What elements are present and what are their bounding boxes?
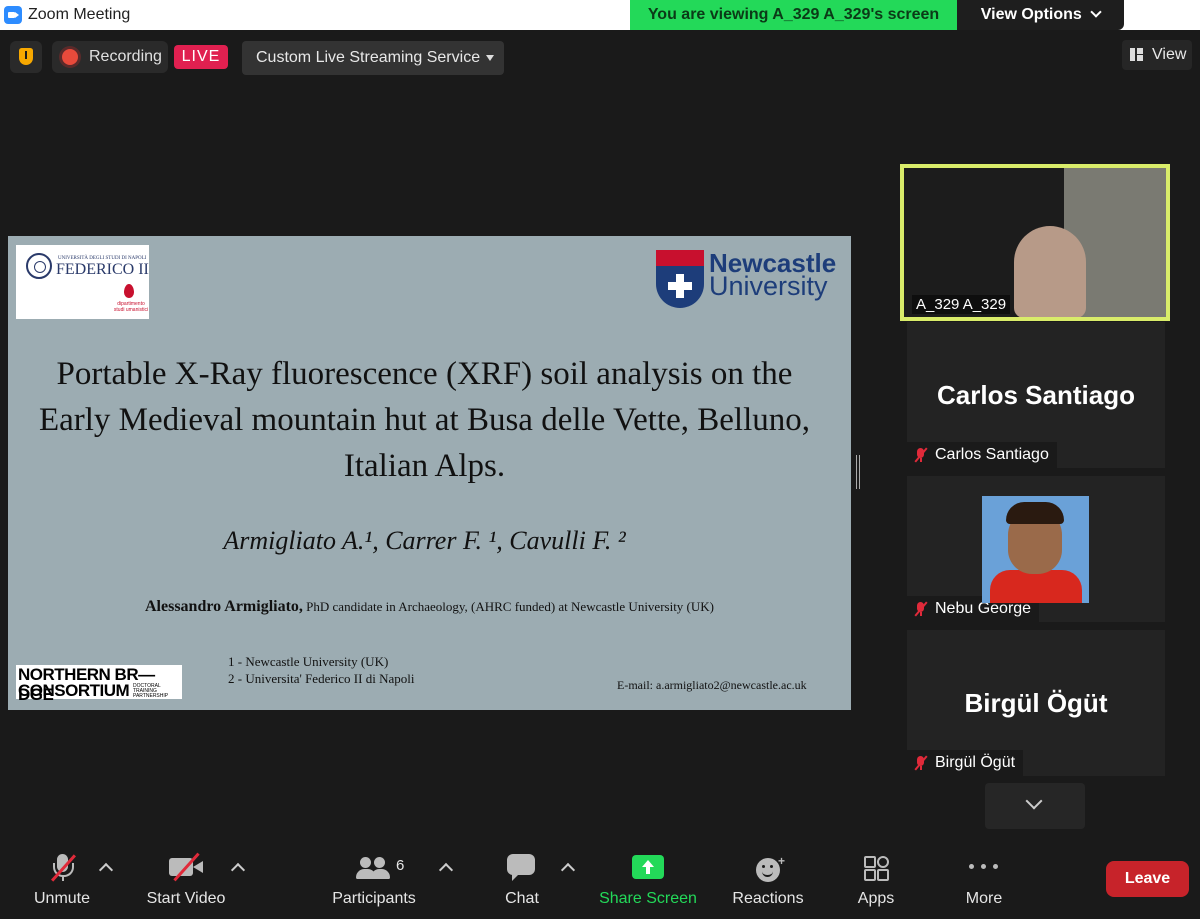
reactions-button[interactable]: + Reactions	[730, 845, 806, 919]
more-label: More	[965, 890, 1003, 907]
panel-resize-handle[interactable]	[856, 455, 860, 489]
participants-icon	[356, 855, 390, 881]
meeting-toolbar: Unmute Start Video 6 Participants Chat S…	[0, 845, 1200, 919]
window-title: Zoom Meeting	[28, 6, 131, 23]
nbc-line2: CONSORTIUM	[18, 681, 130, 700]
participants-count: 6	[396, 857, 405, 874]
zoom-app-icon	[4, 6, 22, 24]
security-button[interactable]	[10, 41, 42, 73]
department-drop-icon	[124, 284, 134, 298]
participant-name-display: Birgül Ögüt	[964, 688, 1108, 718]
nbc-line3: DOCTORAL TRAINING PARTNERSHIP	[133, 683, 169, 699]
more-dots-icon	[969, 864, 999, 870]
slide-presenter: Alessandro Armigliato, PhD candidate in …	[8, 598, 851, 616]
record-dot-icon	[62, 49, 78, 65]
mic-muted-icon	[913, 601, 929, 617]
recording-label: Recording	[89, 48, 162, 65]
participant-avatar-photo	[982, 496, 1089, 603]
federico-name: FEDERICO II	[56, 261, 149, 278]
recording-indicator[interactable]: Recording	[52, 41, 168, 73]
share-screen-label: Share Screen	[599, 890, 697, 907]
mic-muted-icon	[51, 854, 76, 882]
start-video-button[interactable]: Start Video	[140, 845, 232, 919]
shared-screen-slide: UNIVERSITÀ DEGLI STUDI DI NAPOLI FEDERIC…	[8, 236, 851, 710]
more-button[interactable]: More	[956, 845, 1012, 919]
participant-name-display: Carlos Santiago	[937, 380, 1135, 410]
share-screen-button[interactable]: Share Screen	[598, 845, 698, 919]
university-seal-icon	[26, 253, 52, 279]
view-options-button[interactable]: View Options	[957, 0, 1124, 30]
video-options-caret[interactable]	[230, 862, 246, 878]
caret-down-icon	[486, 55, 494, 61]
reactions-icon: +	[756, 854, 785, 882]
unmute-button[interactable]: Unmute	[24, 845, 100, 919]
streaming-service-label: Custom Live Streaming Service	[256, 49, 481, 66]
chevron-down-icon	[1090, 6, 1102, 18]
view-layout-button[interactable]: View	[1122, 40, 1192, 70]
participant-tile[interactable]: Birgül Ögüt Birgül Ögüt	[907, 630, 1165, 776]
leave-button[interactable]: Leave	[1106, 861, 1189, 897]
chat-bubble-icon	[507, 854, 537, 882]
affiliation-2: 2 - Universita' Federico II di Napoli	[228, 671, 415, 686]
chevron-down-icon	[1025, 792, 1043, 810]
person-head	[1014, 226, 1086, 317]
apps-icon	[864, 856, 889, 881]
participant-name-label: A_329 A_329	[912, 295, 1011, 314]
streaming-service-dropdown[interactable]: Custom Live Streaming Service	[242, 41, 504, 75]
affiliations: 1 - Newcastle University (UK) 2 - Univer…	[228, 653, 414, 687]
live-badge: LIVE	[174, 45, 228, 69]
view-options-label: View Options	[980, 6, 1082, 23]
participant-video: A_329 A_329	[904, 168, 1166, 317]
federico-ii-logo: UNIVERSITÀ DEGLI STUDI DI NAPOLI FEDERIC…	[16, 245, 149, 319]
view-label: View	[1152, 46, 1187, 63]
participants-button[interactable]: 6 Participants	[328, 845, 420, 919]
reactions-label: Reactions	[732, 890, 804, 907]
participant-name-label: Birgül Ögüt	[907, 750, 1024, 776]
video-off-icon	[169, 852, 205, 882]
participants-label: Participants	[332, 890, 416, 907]
participant-name-label: Carlos Santiago	[907, 442, 1057, 468]
chat-options-caret[interactable]	[560, 862, 576, 878]
slide-title: Portable X-Ray fluorescence (XRF) soil a…	[38, 356, 811, 484]
chat-label: Chat	[505, 890, 539, 907]
participants-options-caret[interactable]	[438, 862, 454, 878]
participant-name-text: Birgül Ögüt	[935, 754, 1016, 771]
apps-label: Apps	[857, 890, 895, 907]
meeting-topbar: Recording LIVE Custom Live Streaming Ser…	[0, 30, 1200, 85]
newcastle-shield-icon	[656, 250, 704, 308]
federico-department: dipartimento studi umanistici	[113, 301, 149, 313]
participant-name-text: Carlos Santiago	[935, 446, 1049, 463]
share-screen-icon	[632, 855, 664, 879]
start-video-label: Start Video	[146, 890, 226, 907]
presenter-role: PhD candidate in Archaeology, (AHRC fund…	[306, 599, 714, 614]
chat-button[interactable]: Chat	[500, 845, 544, 919]
participant-tile-active-speaker[interactable]: A_329 A_329	[900, 164, 1170, 321]
mic-muted-icon	[913, 447, 929, 463]
presenter-name: Alessandro Armigliato,	[144, 598, 303, 615]
shield-icon	[19, 48, 33, 65]
university-text: University	[709, 271, 828, 301]
next-participants-button[interactable]	[985, 783, 1085, 829]
audio-options-caret[interactable]	[98, 862, 114, 878]
unmute-label: Unmute	[33, 890, 91, 907]
affiliation-1: 1 - Newcastle University (UK)	[228, 654, 389, 669]
slide-email: E-mail: a.armigliato2@newcastle.ac.uk	[617, 678, 807, 692]
apps-button[interactable]: Apps	[848, 845, 904, 919]
viewing-screen-banner: You are viewing A_329 A_329's screen	[630, 0, 957, 30]
slide-authors: Armigliato A.¹, Carrer F. ¹, Cavulli F. …	[223, 526, 626, 555]
mic-muted-icon	[913, 755, 929, 771]
grid-view-icon	[1130, 48, 1143, 61]
newcastle-university-logo: Newcastle University	[656, 248, 838, 310]
northern-bridge-logo: NORTHERN BR—DGE CONSORTIUM DOCTORAL TRAI…	[16, 665, 182, 704]
participant-tile[interactable]: Carlos Santiago Carlos Santiago	[907, 322, 1165, 468]
